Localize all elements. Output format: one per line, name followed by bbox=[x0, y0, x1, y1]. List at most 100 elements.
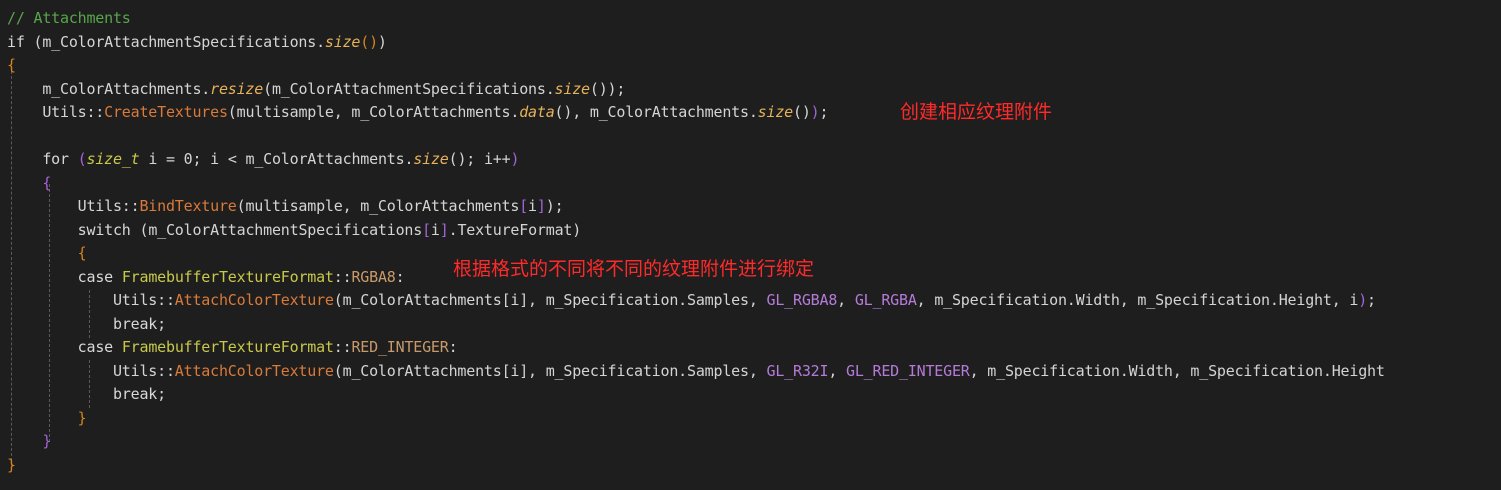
code-line: { bbox=[7, 242, 87, 265]
code-line: Utils::BindTexture(multisample, m_ColorA… bbox=[7, 195, 564, 218]
code-token: , bbox=[837, 291, 855, 309]
code-token: , m_Specification.Width, m_Specification… bbox=[969, 361, 1385, 380]
code-token: BindTexture bbox=[139, 197, 237, 215]
code-token: GL_RED_INTEGER bbox=[846, 361, 970, 380]
code-token: Utils:: bbox=[7, 361, 175, 380]
code-token: () bbox=[360, 32, 378, 51]
code-line: { bbox=[7, 54, 16, 77]
code-token: ); bbox=[545, 197, 564, 215]
code-line: Utils::AttachColorTexture(m_ColorAttachm… bbox=[7, 289, 1376, 312]
code-token: AttachColorTexture bbox=[174, 291, 334, 309]
code-token: ; bbox=[1367, 291, 1376, 309]
code-token: ( bbox=[263, 79, 272, 98]
code-token: m_ColorAttachmentSpecifications. bbox=[271, 79, 555, 98]
code-token: size bbox=[324, 32, 361, 51]
code-token: ( bbox=[333, 361, 343, 380]
code-token: , m_Specification.Width, m_Specification… bbox=[916, 291, 1359, 309]
code-token: // Attachments bbox=[7, 9, 131, 27]
code-token: } bbox=[7, 455, 16, 474]
code-token: { bbox=[42, 173, 52, 192]
code-line: Utils::AttachColorTexture(m_ColorAttachm… bbox=[7, 360, 1385, 383]
code-token: FramebufferTextureFormat bbox=[121, 338, 334, 356]
code-token: GL_R32I bbox=[766, 361, 829, 380]
code-token: i = 0; i < m_ColorAttachments. bbox=[139, 150, 414, 168]
code-token: (multisample, m_ColorAttachments bbox=[236, 197, 520, 215]
code-token: for bbox=[42, 150, 69, 168]
code-line: } bbox=[7, 430, 51, 453]
code-line: switch (m_ColorAttachmentSpecifications[… bbox=[7, 219, 582, 242]
code-token: () bbox=[793, 103, 811, 121]
code-token: ; bbox=[819, 103, 829, 121]
code-token: GL_RGBA bbox=[854, 291, 917, 309]
code-token: ) bbox=[510, 150, 520, 168]
code-token: , m_ColorAttachments. bbox=[572, 103, 758, 121]
code-editor[interactable]: // Attachments if (m_ColorAttachmentSpeci… bbox=[0, 0, 1501, 490]
code-token: RED_INTEGER bbox=[351, 338, 449, 356]
code-token: size bbox=[757, 103, 794, 121]
annotation-bind-by-format: 根据格式的不同将不同的纹理附件进行绑定 bbox=[453, 258, 815, 280]
code-line: case FramebufferTextureFormat::RED_INTEG… bbox=[7, 336, 458, 359]
code-token: ( bbox=[333, 291, 343, 309]
code-token: } bbox=[77, 408, 87, 427]
code-token: switch bbox=[77, 220, 131, 239]
code-token: size bbox=[554, 79, 591, 98]
code-token: ); bbox=[607, 79, 626, 98]
code-token: } bbox=[42, 432, 52, 450]
code-token: () bbox=[554, 103, 573, 121]
code-token: () bbox=[448, 150, 467, 168]
code-line: } bbox=[7, 454, 16, 477]
code-token: break bbox=[112, 385, 158, 403]
code-line: Utils::CreateTextures(multisample, m_Col… bbox=[7, 101, 828, 124]
code-token: size bbox=[413, 150, 449, 168]
code-token: m_ColorAttachments[i], m_Specification.S… bbox=[342, 361, 767, 380]
code-token: FramebufferTextureFormat bbox=[121, 267, 334, 286]
code-line: break; bbox=[7, 313, 166, 336]
code-token: i bbox=[430, 220, 440, 239]
code-token: if bbox=[7, 32, 34, 51]
code-token: ; bbox=[157, 314, 166, 333]
code-token: CreateTextures bbox=[104, 103, 228, 121]
code-line: } bbox=[7, 407, 87, 430]
code-token: case bbox=[77, 338, 114, 356]
code-token: break bbox=[112, 314, 158, 333]
code-token: RGBA8 bbox=[351, 267, 396, 286]
code-token: ; i++ bbox=[466, 150, 511, 168]
code-token: m_ColorAttachments[i], m_Specification.S… bbox=[342, 291, 767, 309]
code-token: :: bbox=[333, 338, 352, 356]
code-line: if (m_ColorAttachmentSpecifications.size… bbox=[7, 31, 387, 54]
code-token: (m_ColorAttachmentSpecifications. bbox=[33, 32, 326, 51]
annotation-create-textures: 创建相应纹理附件 bbox=[900, 101, 1053, 123]
code-line: break; bbox=[7, 383, 166, 406]
code-token: ) bbox=[1358, 291, 1368, 309]
code-token: ( bbox=[227, 103, 237, 121]
code-token: .TextureFormat) bbox=[448, 220, 582, 239]
code-line: // Attachments bbox=[7, 7, 131, 30]
code-line: case FramebufferTextureFormat::RGBA8: bbox=[7, 266, 405, 289]
code-token: ( bbox=[77, 150, 87, 168]
code-token: ] bbox=[536, 197, 546, 215]
code-token: { bbox=[77, 244, 87, 262]
code-token: ] bbox=[439, 220, 449, 239]
code-token: (m_ColorAttachmentSpecifications bbox=[130, 220, 423, 239]
code-token: AttachColorTexture bbox=[174, 361, 334, 380]
code-token: : bbox=[448, 338, 458, 356]
code-token: () bbox=[589, 79, 608, 98]
code-token: Utils:: bbox=[7, 197, 140, 215]
code-token: case bbox=[77, 267, 114, 286]
code-token: Utils:: bbox=[7, 103, 105, 121]
code-token: m_ColorAttachments. bbox=[7, 79, 211, 98]
code-token: ; bbox=[157, 385, 166, 403]
code-token: ) bbox=[810, 103, 820, 121]
code-token: { bbox=[7, 56, 16, 74]
